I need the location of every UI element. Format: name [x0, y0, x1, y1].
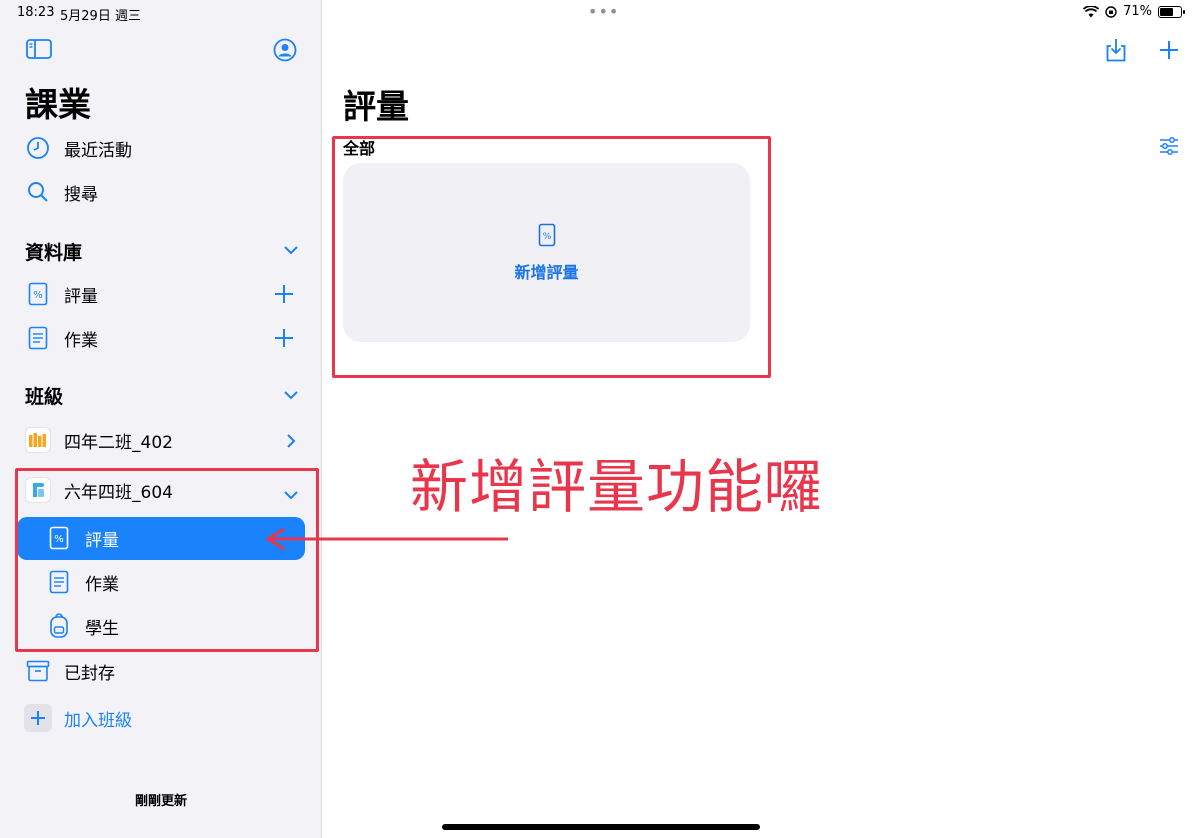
sidebar-item-label: 已封存 [64, 663, 115, 684]
sidebar-item-label: 作業 [64, 330, 98, 351]
classes-header: 班級 [25, 386, 64, 408]
page-title: 評量 [343, 87, 409, 126]
join-class-button[interactable]: 加入班級 [24, 700, 132, 736]
sidebar-item-label: 四年二班_402 [64, 432, 173, 453]
account-icon[interactable] [272, 37, 298, 63]
sidebar-item-class-402[interactable]: 四年二班_402 [24, 422, 173, 458]
add-icon[interactable] [1158, 39, 1180, 61]
main-content: 評量 全部 % 新增評量 [323, 0, 1200, 838]
status-right: 71% [1083, 4, 1185, 19]
orientation-lock-icon [1105, 5, 1117, 18]
battery-percent: 71% [1123, 4, 1152, 19]
assignment-icon [24, 324, 52, 352]
annotation-box-card [332, 136, 771, 378]
plus-square-icon [24, 704, 52, 732]
annotation-text: 新增評量功能囉 [410, 453, 824, 521]
status-bar: 18:23 5月29日 週三 ••• 71% [0, 0, 1200, 26]
annotation-box-sidebar [15, 468, 319, 652]
library-header: 資料庫 [25, 242, 83, 264]
sidebar-item-library-assignments[interactable]: 作業 [24, 320, 98, 356]
multitasking-dots-icon[interactable]: ••• [588, 2, 619, 21]
wifi-icon [1083, 5, 1100, 17]
archive-box-icon [24, 657, 52, 685]
sidebar-toggle-icon[interactable] [25, 37, 53, 61]
import-icon[interactable] [1104, 37, 1128, 63]
assessment-icon: % [24, 280, 52, 308]
sidebar-item-recent[interactable]: 最近活動 [24, 130, 132, 166]
sidebar-item-label: 最近活動 [64, 140, 132, 161]
sidebar-item-archived[interactable]: 已封存 [24, 653, 115, 689]
annotation-arrow-icon [265, 527, 508, 551]
sidebar-item-label: 搜尋 [64, 184, 98, 205]
chevron-right-icon[interactable] [285, 433, 297, 453]
add-assignment-icon[interactable] [274, 328, 294, 352]
filter-icon[interactable] [1158, 136, 1180, 156]
battery-icon [1158, 5, 1185, 18]
status-time: 18:23 [17, 5, 55, 20]
clock-icon [24, 134, 52, 162]
chevron-down-icon[interactable] [283, 241, 299, 260]
status-date: 5月29日 週三 [60, 9, 141, 24]
chevron-down-icon[interactable] [283, 386, 299, 405]
sidebar-item-library-assessments[interactable]: % 評量 [24, 276, 98, 312]
add-assessment-icon[interactable] [274, 284, 294, 308]
sidebar-item-search[interactable]: 搜尋 [24, 174, 98, 210]
sidebar-title: 課業 [25, 85, 91, 124]
sidebar: 課業 最近活動 搜尋 資料庫 % 評量 作業 班級 四年二班_402 六年四班_… [0, 0, 322, 838]
search-icon [24, 178, 52, 206]
home-indicator[interactable] [442, 824, 760, 830]
join-class-label: 加入班級 [64, 710, 132, 731]
sidebar-item-label: 評量 [64, 286, 98, 307]
class-books-icon [24, 426, 52, 454]
updated-status: 剛剛更新 [134, 794, 187, 809]
svg-text:%: % [33, 290, 43, 301]
